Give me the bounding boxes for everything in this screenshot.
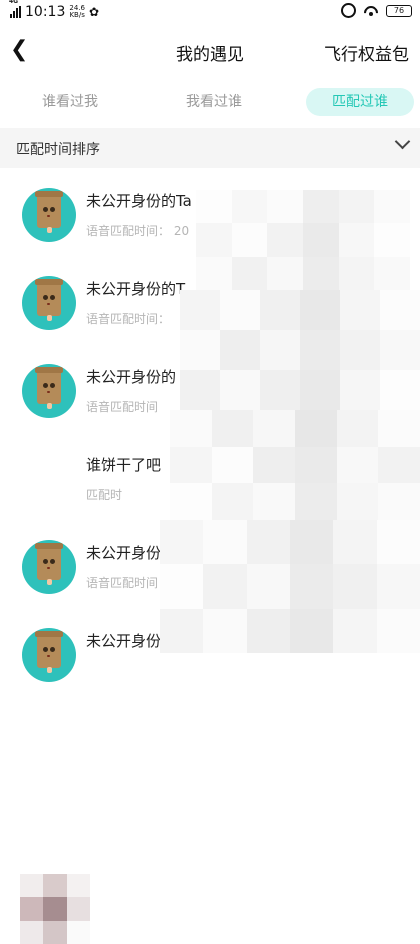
title-bar: ❮ 我的遇见 飞行权益包 bbox=[0, 28, 420, 74]
privacy-mosaic bbox=[160, 520, 420, 653]
flight-benefits-link[interactable]: 飞行权益包 bbox=[324, 40, 409, 65]
avatar bbox=[22, 276, 76, 330]
match-time: 匹配时 bbox=[86, 488, 123, 502]
chevron-down-icon bbox=[394, 133, 411, 150]
avatar bbox=[20, 874, 90, 944]
tab-who-viewed-me[interactable]: 谁看过我 bbox=[20, 88, 120, 116]
network-speed: 24.6 KB/s bbox=[69, 4, 85, 19]
avatar bbox=[22, 628, 76, 682]
tab-who-i-viewed[interactable]: 我看过谁 bbox=[162, 88, 266, 116]
status-bar: 4G 10:13 24.6 KB/s ✿ 76 bbox=[0, 0, 420, 24]
network-type: 4G bbox=[9, 0, 19, 5]
privacy-mosaic bbox=[180, 290, 420, 410]
user-name: 未公开身份 bbox=[86, 544, 162, 562]
match-time: 语音匹配时间： bbox=[86, 312, 171, 326]
clock: 10:13 bbox=[25, 4, 66, 20]
user-name: 未公开身份的 bbox=[86, 368, 177, 386]
match-time: 语音匹配时间 bbox=[86, 400, 159, 414]
match-time: 语音匹配时间： bbox=[86, 576, 171, 590]
user-name: 未公开身份的T bbox=[86, 280, 186, 298]
wifi-icon bbox=[364, 6, 378, 16]
sort-dropdown[interactable]: 匹配时间排序 bbox=[0, 128, 420, 168]
app-notification-icon: ✿ bbox=[88, 5, 100, 19]
alarm-icon bbox=[341, 3, 356, 18]
privacy-mosaic bbox=[196, 190, 410, 290]
avatar bbox=[22, 364, 76, 418]
avatar bbox=[22, 188, 76, 242]
tab-bar: 谁看过我 我看过谁 匹配过谁 bbox=[0, 84, 420, 118]
battery-icon: 76 bbox=[386, 4, 412, 17]
sort-label: 匹配时间排序 bbox=[16, 142, 100, 158]
avatar bbox=[22, 540, 76, 594]
user-name: 未公开身份的Ta bbox=[86, 192, 192, 210]
tab-matched[interactable]: 匹配过谁 bbox=[306, 88, 414, 116]
privacy-mosaic bbox=[170, 410, 420, 520]
signal-icon: 4G bbox=[9, 0, 21, 18]
match-time: 语音匹配时间： 20 bbox=[86, 224, 190, 238]
user-name: 谁饼干了吧 bbox=[86, 456, 162, 474]
